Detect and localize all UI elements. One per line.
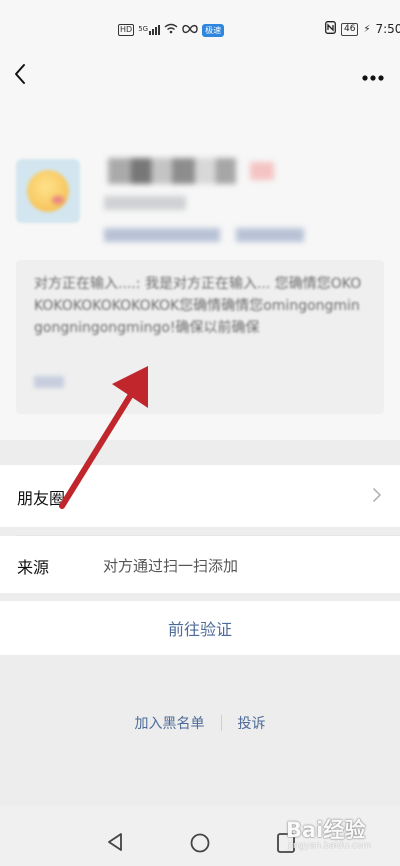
bottom-actions: 加入黑名单 投诉 [0, 708, 400, 738]
nav-back-icon[interactable] [105, 831, 125, 853]
link-icon [182, 24, 198, 37]
clock: 7:50 [375, 22, 400, 36]
verification-message-text: 对方正在输入....: 我是对方正在输入... 您确情您OKOKOKOKOKOK… [34, 276, 362, 336]
back-button[interactable] [8, 62, 34, 88]
report-link[interactable]: 投诉 [238, 713, 266, 733]
hd-icon: HD [118, 24, 135, 36]
region-blurred [104, 196, 186, 210]
permission-link-blurred[interactable] [236, 228, 304, 242]
reply-link-blurred[interactable] [34, 376, 64, 388]
battery-icon: 46 [341, 22, 359, 36]
source-row: 来源 对方通过扫一扫添加 [0, 536, 400, 593]
status-icons: HD 5G 极速 [118, 21, 225, 39]
avatar-detail [52, 196, 64, 204]
moments-row[interactable]: 朋友圈 [0, 465, 400, 527]
moments-label: 朋友圈 [17, 489, 66, 508]
app-badge: 极速 [202, 23, 225, 37]
nav-bar [0, 60, 400, 120]
signal-icon: 5G [138, 25, 161, 35]
remark-link-blurred[interactable] [104, 228, 220, 242]
charging-icon: ⚡ [363, 23, 371, 35]
watermark-url: jingyan.baidu.com [288, 841, 372, 851]
chevron-left-icon [15, 64, 25, 84]
gender-tag-blurred [250, 162, 274, 180]
status-right: 46 ⚡ 7:50 [325, 20, 400, 38]
source-label: 来源 [17, 558, 50, 577]
wifi-icon [164, 23, 178, 37]
source-value: 对方通过扫一扫添加 [103, 557, 239, 575]
verify-button[interactable]: 前往验证 [0, 601, 400, 655]
watermark: Bai经验 jingyan.baidu.com [282, 814, 400, 856]
nav-home-icon[interactable] [189, 832, 211, 854]
link-separator [220, 715, 222, 731]
watermark-logo: Bai经验 [286, 818, 366, 842]
add-to-blacklist-link[interactable]: 加入黑名单 [135, 713, 205, 733]
more-button[interactable] [360, 68, 388, 81]
more-dots-icon [362, 75, 384, 81]
nfc-icon [325, 21, 336, 37]
chevron-right-icon [373, 488, 382, 502]
nickname-blurred [108, 158, 236, 184]
avatar-image [27, 170, 69, 212]
